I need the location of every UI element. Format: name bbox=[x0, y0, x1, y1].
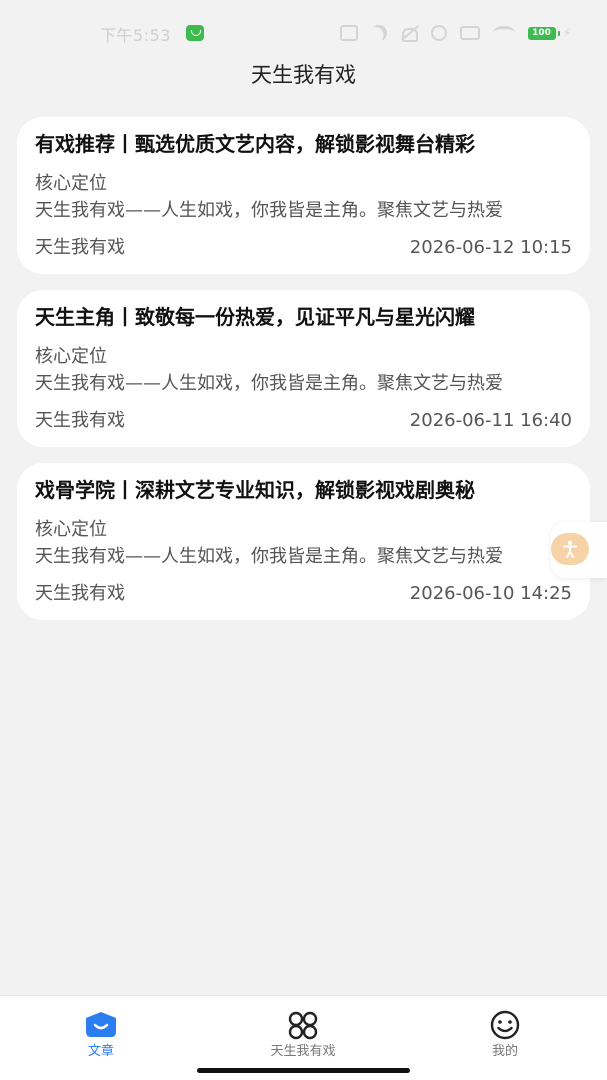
moon-icon bbox=[368, 22, 390, 44]
article-date: 2026-06-10 14:25 bbox=[409, 583, 572, 604]
accessibility-button[interactable] bbox=[551, 533, 589, 565]
grid-icon bbox=[288, 1011, 318, 1040]
nav-label: 我的 bbox=[491, 1044, 518, 1059]
article-subheading: 核心定位 bbox=[35, 346, 107, 367]
article-subheading: 核心定位 bbox=[35, 519, 107, 540]
smiley-icon bbox=[490, 1010, 520, 1040]
status-bar: 下午5:53 100 ⚡ bbox=[0, 0, 607, 64]
nfc-icon bbox=[459, 26, 480, 40]
status-time: 下午5:53 bbox=[100, 26, 171, 45]
page-title: 天生我有戏 bbox=[251, 63, 356, 87]
vibrate-icon bbox=[339, 25, 358, 41]
article-excerpt: 天生我有戏——人生如戏，你我皆是主角。聚焦文艺与热爱 bbox=[35, 373, 503, 394]
status-icons: 100 ⚡ bbox=[339, 22, 571, 44]
app-notification-icon bbox=[186, 25, 204, 41]
article-title: 天生主角丨致敬每一份热爱，见证平凡与星光闪耀 bbox=[35, 305, 475, 329]
nav-label: 文章 bbox=[87, 1044, 114, 1059]
wifi-icon bbox=[492, 26, 515, 40]
article-date: 2026-06-11 16:40 bbox=[409, 410, 572, 431]
article-excerpt: 天生我有戏——人生如戏，你我皆是主角。聚焦文艺与热爱 bbox=[35, 546, 503, 567]
floating-accessibility-tab[interactable] bbox=[551, 522, 607, 578]
app-screen: 下午5:53 100 ⚡ 天生我有戏 有戏推荐丨甄选优质文艺内容，解锁影视舞台精… bbox=[0, 0, 607, 1080]
home-indicator bbox=[197, 1068, 410, 1073]
article-author: 天生我有戏 bbox=[35, 583, 125, 604]
article-subheading: 核心定位 bbox=[35, 173, 107, 194]
article-excerpt: 天生我有戏——人生如戏，你我皆是主角。聚焦文艺与热爱 bbox=[35, 200, 503, 221]
article-title: 戏骨学院丨深耕文艺专业知识，解锁影视戏剧奥秘 bbox=[35, 478, 475, 502]
mute-icon bbox=[400, 26, 418, 42]
article-card[interactable]: 天生主角丨致敬每一份热爱，见证平凡与星光闪耀 核心定位 天生我有戏——人生如戏，… bbox=[17, 290, 590, 447]
nav-item-articles[interactable]: 文章 bbox=[0, 996, 202, 1066]
article-icon bbox=[86, 1012, 116, 1037]
article-card[interactable]: 有戏推荐丨甄选优质文艺内容，解锁影视舞台精彩 核心定位 天生我有戏——人生如戏，… bbox=[17, 117, 590, 274]
nav-item-home[interactable]: 天生我有戏 bbox=[202, 996, 404, 1066]
article-list: 有戏推荐丨甄选优质文艺内容，解锁影视舞台精彩 核心定位 天生我有戏——人生如戏，… bbox=[17, 117, 590, 636]
alarm-icon bbox=[430, 25, 447, 41]
article-card[interactable]: 戏骨学院丨深耕文艺专业知识，解锁影视戏剧奥秘 核心定位 天生我有戏——人生如戏，… bbox=[17, 463, 590, 620]
article-title: 有戏推荐丨甄选优质文艺内容，解锁影视舞台精彩 bbox=[35, 132, 475, 156]
article-date: 2026-06-12 10:15 bbox=[409, 237, 572, 258]
article-author: 天生我有戏 bbox=[35, 410, 125, 431]
nav-label: 天生我有戏 bbox=[270, 1044, 336, 1059]
accessibility-icon bbox=[563, 540, 577, 558]
battery-icon: 100 bbox=[527, 26, 560, 40]
article-author: 天生我有戏 bbox=[35, 237, 125, 258]
nav-item-profile[interactable]: 我的 bbox=[404, 996, 606, 1066]
charging-icon: ⚡ bbox=[562, 26, 571, 40]
